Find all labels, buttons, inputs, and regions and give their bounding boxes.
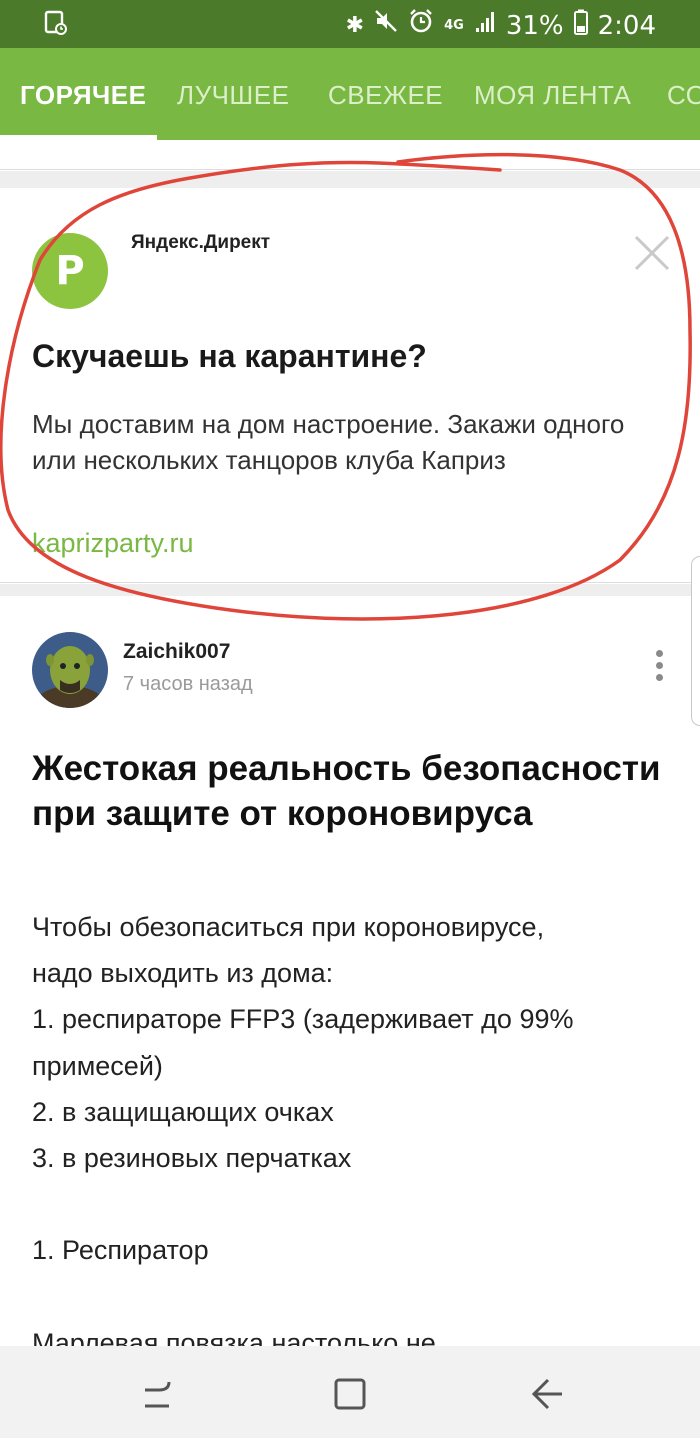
- mute-icon: [374, 9, 398, 42]
- back-icon[interactable]: [528, 1376, 564, 1412]
- battery-percent: 31%: [505, 10, 564, 41]
- recent-apps-icon[interactable]: [139, 1376, 175, 1412]
- ad-logo: P: [32, 233, 108, 309]
- ad-title: Скучаешь на карантине?: [32, 338, 427, 374]
- tab-communities[interactable]: СО: [667, 80, 700, 111]
- ad-link[interactable]: kaprizparty.ru: [32, 528, 194, 559]
- ad-card[interactable]: P Яндекс.Директ Скучаешь на карантине? М…: [0, 188, 700, 583]
- alarm-icon: [408, 8, 434, 43]
- tab-my-feed[interactable]: МОЯ ЛЕНТА: [474, 80, 631, 111]
- home-icon[interactable]: [332, 1376, 368, 1412]
- post-title[interactable]: Жестокая реальность безопасности при защ…: [32, 746, 672, 836]
- network-type: 4G: [444, 17, 464, 33]
- feed-top-strip: [0, 140, 700, 170]
- post-time: 7 часов назад: [123, 673, 253, 695]
- tab-fresh[interactable]: СВЕЖЕЕ: [328, 80, 443, 111]
- close-icon[interactable]: [628, 232, 676, 280]
- ad-source: Яндекс.Директ: [131, 232, 271, 253]
- post-author[interactable]: Zaichik007: [123, 640, 230, 664]
- divider: [0, 171, 700, 188]
- battery-icon: [573, 9, 588, 42]
- system-nav-bar: [0, 1346, 700, 1438]
- gallery-icon: [44, 10, 68, 41]
- scroll-handle[interactable]: [691, 556, 700, 726]
- tab-bar: ГОРЯЧЕЕ ЛУЧШЕЕ СВЕЖЕЕ МОЯ ЛЕНТА СО: [0, 48, 700, 140]
- more-options-icon[interactable]: [648, 650, 670, 684]
- tab-hot[interactable]: ГОРЯЧЕЕ: [20, 80, 146, 111]
- clock: 2:04: [597, 10, 656, 41]
- status-bar: ✱ 4G 31% 2:04: [0, 0, 700, 48]
- post-body: Чтобы обезопаситься при короновирусе, на…: [32, 912, 574, 1358]
- tab-best[interactable]: ЛУЧШЕЕ: [177, 80, 289, 111]
- avatar[interactable]: [32, 632, 108, 708]
- signal-icon: [474, 10, 496, 41]
- ad-text: Мы доставим на дом настроение. Закажи од…: [32, 409, 625, 475]
- post-card: Zaichik007 7 часов назад Жестокая реальн…: [0, 596, 700, 1358]
- divider: [0, 584, 700, 596]
- bluetooth-icon: ✱: [345, 12, 365, 38]
